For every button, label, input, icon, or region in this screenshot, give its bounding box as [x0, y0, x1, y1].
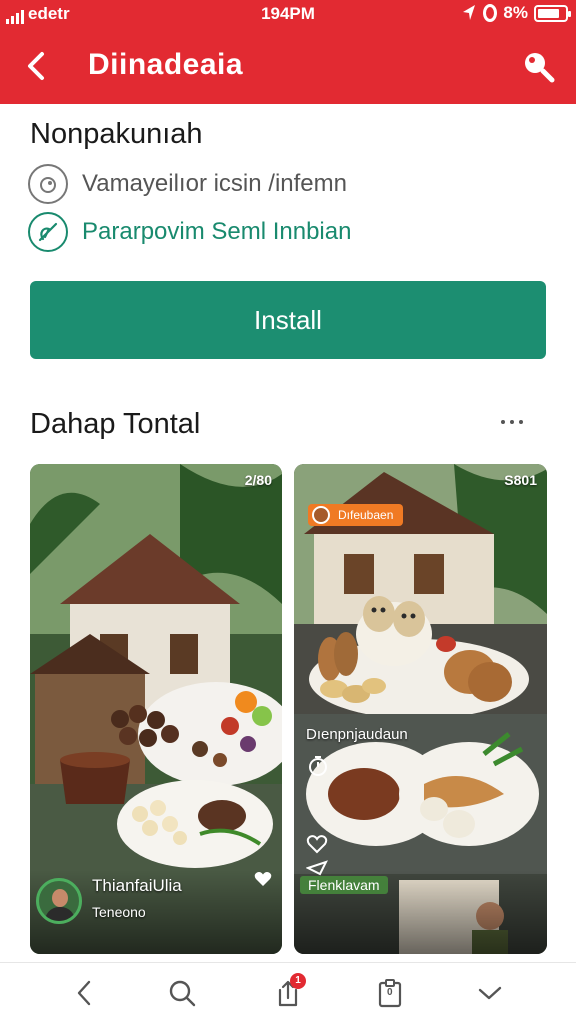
card-badge: S801 [504, 472, 537, 488]
install-button[interactable]: Install [30, 281, 546, 359]
card-user-name: ThianfaiUlia [92, 876, 182, 895]
feature-row-label: Pararpovim Seml Innbian [82, 218, 352, 245]
status-bar: edetr 194PM 8% [0, 0, 576, 28]
app-bar: Diinadeaia [0, 36, 576, 96]
card-caption: Dıenpnjaudaun [306, 726, 408, 743]
category-chip[interactable]: Dıfeubaen [308, 504, 404, 526]
app-header: edetr 194PM 8% Diinadeaia [0, 0, 576, 104]
timer-button[interactable] [306, 754, 330, 783]
card-badge: 2/80 [244, 472, 272, 488]
post-card[interactable]: S801 Dıfeubaen Dıenpnjaudaun Flenklavam [294, 464, 547, 954]
info-row-label: Vamayeilıor icsin /infemn [82, 170, 347, 197]
favorite-button[interactable] [254, 871, 272, 892]
nav-clipboard-button[interactable]: 0 [368, 973, 412, 1013]
card-name-chip: Flenklavam [300, 876, 388, 894]
like-button[interactable] [306, 834, 328, 859]
feature-row: Pararpovim Seml Innbian [28, 212, 351, 252]
search-icon [525, 53, 555, 83]
heart-icon [254, 872, 272, 886]
avatar[interactable] [36, 878, 82, 924]
status-right: 8% [461, 3, 571, 23]
nav-share-button[interactable]: 1 [266, 973, 310, 1013]
section-title: Dahap Tontal [30, 408, 201, 440]
search-button[interactable] [518, 46, 558, 86]
nav-search-button[interactable] [160, 973, 204, 1013]
post-card[interactable]: 2/80 ThianfaiUlia Teneono [30, 464, 282, 954]
verified-leaf-icon [28, 212, 68, 252]
back-button[interactable] [16, 46, 56, 86]
search-icon [169, 980, 196, 1007]
chip-avatar [312, 506, 330, 524]
back-icon [77, 980, 91, 1006]
timer-icon [309, 756, 327, 776]
app-name: Nonpakunıah [30, 118, 203, 150]
clipboard-count: 0 [387, 987, 393, 998]
battery-percent: 8% [503, 3, 528, 22]
install-info-icon [28, 164, 68, 204]
notification-badge: 1 [290, 973, 306, 989]
battery-level [538, 8, 559, 18]
info-row: Vamayeilıor icsin /infemn [28, 164, 347, 204]
alarm-icon [483, 4, 498, 22]
back-chevron-icon [28, 52, 44, 80]
check-icon [478, 986, 502, 1000]
chip-label: Dıfeubaen [338, 508, 394, 522]
card-user-subtitle: Teneono [92, 904, 146, 920]
nav-check-button[interactable] [468, 973, 512, 1013]
nav-back-button[interactable] [62, 973, 106, 1013]
heart-outline-icon [306, 835, 328, 854]
more-options-button[interactable] [492, 410, 532, 434]
app-bar-title: Diinadeaia [88, 48, 244, 81]
battery-icon [534, 4, 571, 22]
bottom-nav: 1 0 [0, 962, 576, 1024]
more-horizontal-icon [501, 420, 505, 424]
location-arrow-icon [463, 5, 476, 20]
